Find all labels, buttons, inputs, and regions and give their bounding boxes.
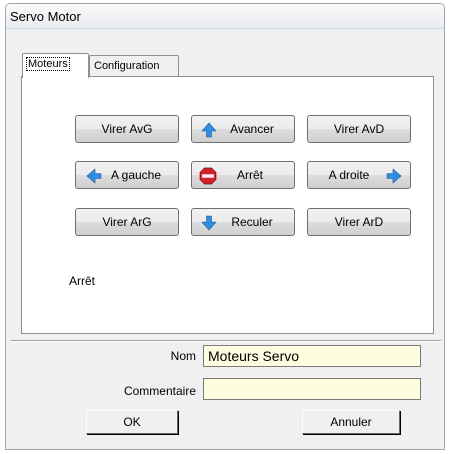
a-gauche-button[interactable]: A gauche (75, 161, 179, 189)
virer-ard-label: Virer ArD (334, 215, 384, 229)
arret-button[interactable]: Arrêt (191, 161, 295, 189)
reculer-label: Reculer (231, 215, 273, 229)
nom-label: Nom (170, 349, 196, 363)
arret-label: Arrêt (236, 168, 263, 182)
avancer-label: Avancer (230, 122, 274, 136)
ok-button[interactable]: OK (86, 410, 178, 434)
arrow-up-icon (201, 122, 217, 138)
a-gauche-label: A gauche (110, 168, 162, 182)
divider (11, 340, 441, 342)
a-droite-button[interactable]: A droite (307, 161, 411, 189)
virer-avg-button[interactable]: Virer AvG (75, 115, 179, 143)
cancel-label: Annuler (330, 415, 372, 429)
commentaire-field[interactable] (203, 378, 421, 400)
tab-configuration-label: Configuration (94, 60, 160, 72)
commentaire-label: Commentaire (123, 384, 196, 398)
arrow-down-icon (201, 215, 217, 231)
tab-moteurs[interactable]: Moteurs (22, 53, 89, 78)
nom-field[interactable]: Moteurs Servo (203, 345, 421, 367)
virer-ard-button[interactable]: Virer ArD (307, 208, 411, 236)
virer-avg-label: Virer AvG (101, 122, 153, 136)
cancel-button[interactable]: Annuler (302, 410, 400, 434)
virer-arg-label: Virer ArG (102, 215, 152, 229)
reculer-button[interactable]: Reculer (191, 208, 295, 236)
arrow-left-icon (86, 168, 102, 184)
arrow-right-icon (386, 168, 402, 184)
a-droite-label: A droite (328, 168, 370, 182)
virer-avd-label: Virer AvD (333, 122, 385, 136)
moteurs-panel: Virer AvG Avancer Virer AvD A gauche Arr… (21, 76, 434, 334)
servo-motor-window: Servo Motor Moteurs Configuration Virer … (5, 3, 445, 450)
virer-arg-button[interactable]: Virer ArG (75, 208, 179, 236)
stop-sign-icon (199, 167, 217, 185)
window-title: Servo Motor (10, 9, 81, 24)
avancer-button[interactable]: Avancer (191, 115, 295, 143)
status-text: Arrêt (69, 274, 96, 288)
tab-moteurs-label: Moteurs (26, 57, 70, 71)
virer-avd-button[interactable]: Virer AvD (307, 115, 411, 143)
ok-label: OK (123, 415, 141, 429)
tab-configuration[interactable]: Configuration (89, 55, 179, 77)
title-bar[interactable]: Servo Motor (6, 4, 444, 29)
